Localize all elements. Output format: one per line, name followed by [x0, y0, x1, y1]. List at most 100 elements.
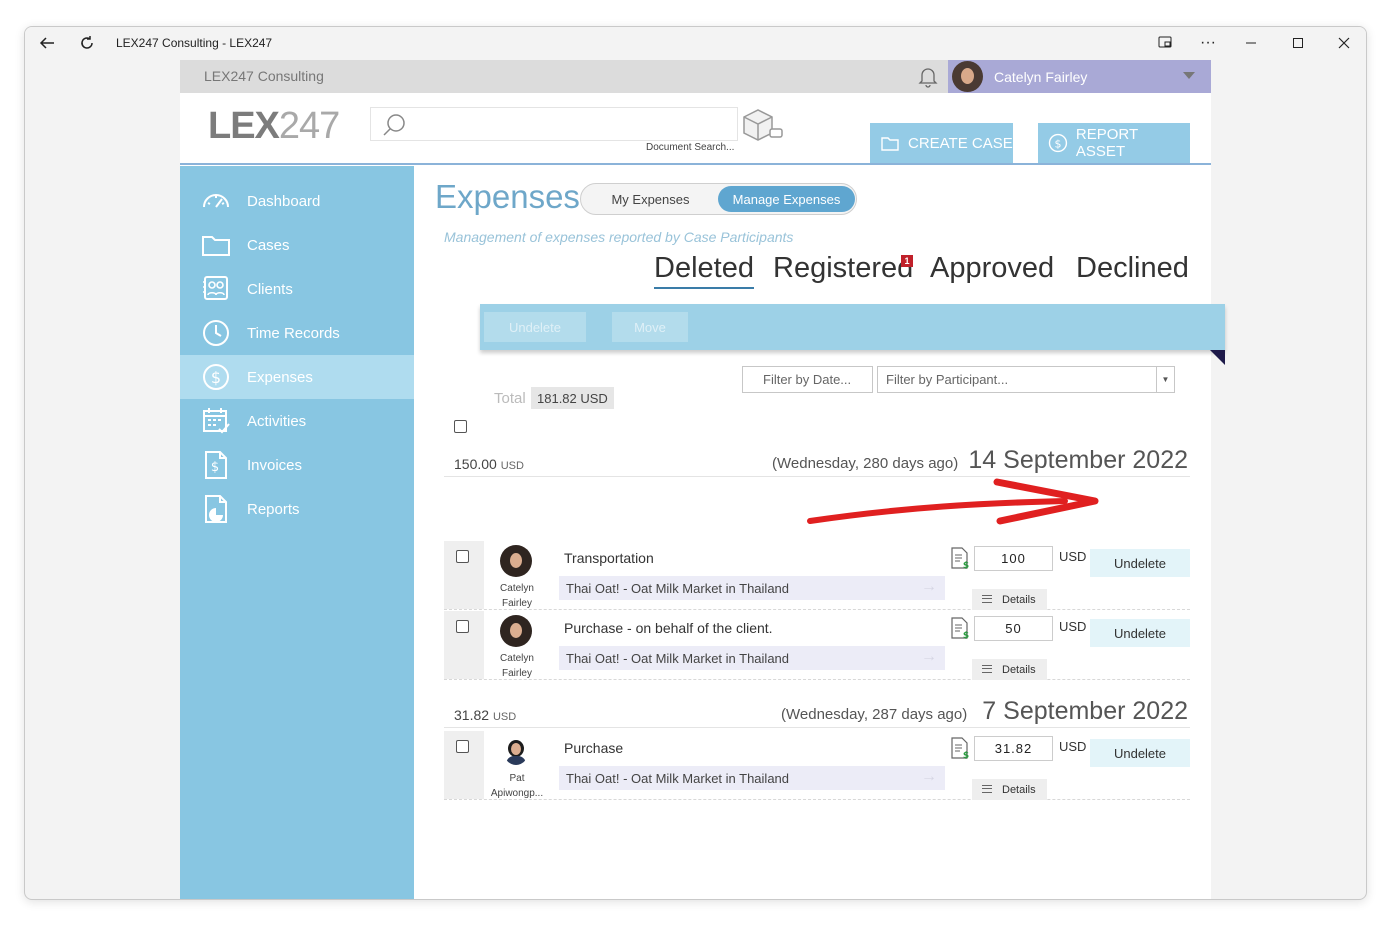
svg-text:$: $: [963, 751, 969, 759]
undelete-button[interactable]: Undelete: [1090, 549, 1190, 577]
sidebar-item-cases[interactable]: Cases: [180, 223, 414, 267]
expense-description: Purchase: [564, 740, 624, 756]
expense-description: Purchase - on behalf of the client.: [564, 620, 773, 636]
currency-label: USD: [1059, 739, 1087, 754]
participant-avatar: [500, 545, 532, 577]
amount-field[interactable]: 50: [974, 616, 1053, 641]
cast-icon[interactable]: [1153, 31, 1177, 55]
contacts-icon: [203, 276, 228, 300]
back-arrow-icon[interactable]: [35, 31, 59, 55]
sidebar-item-dashboard[interactable]: Dashboard: [180, 179, 414, 223]
expense-row: Catelyn Fairley Purchase - on behalf of t…: [444, 611, 1190, 680]
main-content: Expenses My Expenses Manage Expenses Man…: [414, 166, 1225, 899]
receipt-icon[interactable]: $: [950, 547, 970, 569]
dropdown-arrow-icon[interactable]: ▼: [1156, 367, 1174, 392]
filter-participant-placeholder: Filter by Participant...: [886, 372, 1009, 387]
maximize-icon[interactable]: [1286, 31, 1310, 55]
tab-approved[interactable]: Approved: [930, 252, 1054, 285]
sidebar-item-activities[interactable]: Activities: [180, 399, 414, 443]
toolbar-corner-decoration: [1210, 350, 1225, 365]
calendar-check-icon: [203, 408, 230, 434]
group-date: 7 September 2022: [982, 697, 1188, 725]
undelete-button[interactable]: Undelete: [1090, 739, 1190, 767]
search-icon: [381, 112, 407, 138]
lex247-app: LEX247 Consulting Catelyn Fairley LEX247…: [180, 60, 1225, 899]
row-checkbox[interactable]: [456, 740, 469, 753]
date-group-header: 31.82 USD (Wednesday, 287 days ago) 7 Se…: [444, 696, 1190, 728]
receipt-icon[interactable]: $: [950, 617, 970, 639]
svg-text:$: $: [1054, 137, 1061, 150]
refresh-icon[interactable]: [75, 31, 99, 55]
lex247-logo: LEX247: [208, 105, 340, 147]
select-all-checkbox[interactable]: [454, 420, 467, 433]
svg-text:$: $: [963, 631, 969, 639]
case-link[interactable]: Thai Oat! - Oat Milk Market in Thailand →: [559, 576, 945, 600]
package-search-icon[interactable]: [740, 107, 784, 143]
tab-declined[interactable]: Declined: [1076, 252, 1189, 285]
document-search-label: Document Search...: [646, 142, 735, 153]
svg-text:$: $: [211, 460, 219, 475]
filter-by-date-input[interactable]: Filter by Date...: [742, 366, 873, 393]
minimize-icon[interactable]: [1239, 31, 1263, 55]
org-bar: LEX247 Consulting Catelyn Fairley: [180, 60, 1211, 93]
undelete-button[interactable]: Undelete: [1090, 619, 1190, 647]
user-name: Catelyn Fairley: [994, 69, 1088, 85]
details-button[interactable]: Details: [972, 779, 1047, 800]
case-link[interactable]: Thai Oat! - Oat Milk Market in Thailand →: [559, 646, 945, 670]
sidebar-item-clients[interactable]: Clients: [180, 267, 414, 311]
close-icon[interactable]: [1332, 31, 1356, 55]
menu-lines-icon: [982, 595, 992, 603]
participant-avatar: [500, 615, 532, 647]
row-checkbox[interactable]: [456, 620, 469, 633]
move-button[interactable]: Move: [612, 312, 688, 342]
sidebar-item-expenses[interactable]: $ Expenses: [180, 355, 414, 399]
tab-registered[interactable]: Registered: [773, 252, 913, 285]
row-checkbox[interactable]: [456, 550, 469, 563]
total-label: Total: [494, 390, 526, 407]
my-expenses-toggle[interactable]: My Expenses: [585, 186, 716, 212]
create-case-button[interactable]: CREATE CASE: [870, 123, 1013, 163]
filter-by-participant-select[interactable]: Filter by Participant... ▼: [877, 366, 1175, 393]
app-header: LEX247 Document Search... CREATE CASE $ …: [180, 93, 1211, 165]
sidebar-item-invoices[interactable]: $ Invoices: [180, 443, 414, 487]
currency-label: USD: [1059, 549, 1087, 564]
case-link[interactable]: Thai Oat! - Oat Milk Market in Thailand →: [559, 766, 945, 790]
bell-icon[interactable]: [916, 64, 940, 88]
report-chart-icon: [205, 495, 227, 523]
sidebar-item-reports[interactable]: Reports: [180, 487, 414, 531]
sidebar: Dashboard Cases Clients Time Records $ E…: [180, 166, 414, 899]
group-sum: 31.82 USD: [454, 707, 517, 723]
folder-icon: [881, 137, 899, 151]
org-name: LEX247 Consulting: [204, 68, 324, 84]
manage-expenses-toggle[interactable]: Manage Expenses: [718, 186, 855, 212]
undelete-bulk-button[interactable]: Undelete: [484, 312, 586, 342]
sidebar-item-time-records[interactable]: Time Records: [180, 311, 414, 355]
details-button[interactable]: Details: [972, 659, 1047, 680]
page-subtitle: Management of expenses reported by Case …: [444, 229, 794, 245]
status-tabs: Deleted Registered 1 Approved Declined: [414, 252, 1211, 292]
amount-field[interactable]: 100: [974, 546, 1053, 571]
amount-field[interactable]: 31.82: [974, 736, 1053, 761]
arrow-right-icon: →: [921, 578, 937, 595]
expense-row: Pat Apiwongp... Purchase Thai Oat! - Oat …: [444, 731, 1190, 800]
svg-text:$: $: [211, 368, 221, 387]
arrow-right-icon: →: [921, 768, 937, 785]
app-window: LEX247 Consulting - LEX247 ··· LEX247 Co…: [24, 26, 1367, 900]
folder-icon: [202, 236, 230, 256]
gauge-icon: [203, 194, 229, 208]
window-title: LEX247 Consulting - LEX247: [116, 36, 273, 50]
more-options-icon[interactable]: ···: [1196, 31, 1220, 55]
user-menu[interactable]: Catelyn Fairley: [948, 60, 1211, 93]
group-sum: 150.00 USD: [454, 456, 524, 472]
participant-avatar: [504, 739, 528, 765]
expense-description: Transportation: [564, 550, 654, 566]
details-button[interactable]: Details: [972, 589, 1047, 610]
tab-deleted[interactable]: Deleted: [654, 252, 754, 289]
report-asset-button[interactable]: $ REPORT ASSET: [1038, 123, 1190, 163]
expense-row: Catelyn Fairley Transportation Thai Oat! …: [444, 541, 1190, 610]
menu-lines-icon: [982, 785, 992, 793]
chevron-down-icon: [1183, 72, 1195, 79]
dollar-circle-icon: $: [203, 364, 229, 390]
receipt-icon[interactable]: $: [950, 737, 970, 759]
document-search-input[interactable]: [370, 107, 738, 141]
